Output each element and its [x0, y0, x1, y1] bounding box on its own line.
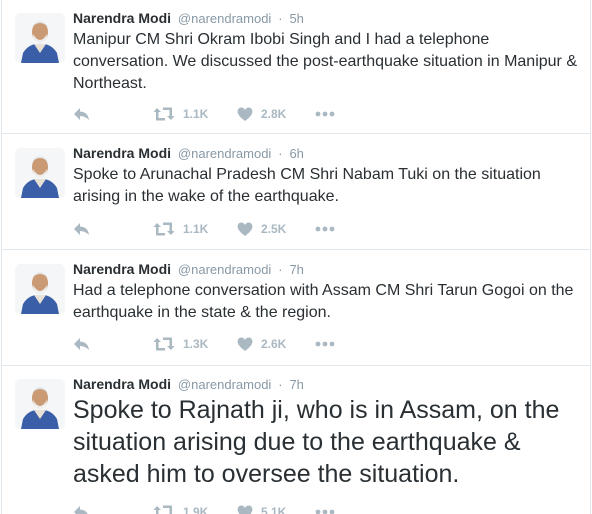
username[interactable]: @narendramodi: [178, 146, 271, 161]
retweet-button[interactable]: 1.1K: [153, 219, 208, 239]
tweet-header: Narendra Modi @narendramodi · 5h: [73, 9, 304, 27]
tweet-text: Spoke to Arunachal Pradesh CM Shri Nabam…: [73, 166, 541, 205]
retweet-icon: [153, 336, 175, 352]
tweet-text: Had a telephone conversation with Assam …: [73, 282, 574, 321]
like-count: 5.1K: [261, 505, 287, 514]
more-button[interactable]: [315, 334, 335, 354]
reply-button[interactable]: [73, 104, 91, 124]
retweet-button[interactable]: 1.1K: [153, 104, 208, 124]
reply-button[interactable]: [73, 334, 91, 354]
tweet[interactable]: Narendra Modi @narendramodi · 7h Spoke t…: [2, 366, 590, 514]
reply-icon: [73, 106, 91, 122]
tweet-header: Narendra Modi @narendramodi · 7h: [73, 375, 304, 393]
reply-button[interactable]: [73, 502, 91, 514]
timeline: Narendra Modi @narendramodi · 5h Manipur…: [1, 0, 591, 514]
more-button[interactable]: [315, 219, 335, 239]
separator: ·: [278, 146, 283, 161]
username[interactable]: @narendramodi: [178, 377, 271, 392]
heart-icon: [237, 222, 253, 237]
timestamp[interactable]: 7h: [289, 262, 303, 277]
retweet-count: 1.1K: [183, 107, 209, 121]
like-button[interactable]: 2.6K: [237, 334, 286, 354]
more-icon: [315, 111, 335, 117]
heart-icon: [237, 505, 253, 514]
more-button[interactable]: [315, 502, 335, 514]
timestamp[interactable]: 6h: [289, 146, 303, 161]
like-count: 2.6K: [261, 337, 287, 351]
heart-icon: [237, 337, 253, 352]
retweet-count: 1.9K: [183, 505, 209, 514]
reply-icon: [73, 221, 91, 237]
reply-button[interactable]: [73, 219, 91, 239]
retweet-icon: [153, 106, 175, 122]
like-button[interactable]: 5.1K: [237, 502, 286, 514]
tweet[interactable]: Narendra Modi @narendramodi · 5h Manipur…: [2, 0, 590, 134]
separator: ·: [278, 377, 283, 392]
fullname[interactable]: Narendra Modi: [73, 145, 171, 161]
reply-icon: [73, 336, 91, 352]
reply-icon: [73, 504, 91, 514]
tweet-header: Narendra Modi @narendramodi · 7h: [73, 260, 304, 278]
more-icon: [315, 226, 335, 232]
tweet-text: Spoke to Rajnath ji, who is in Assam, on…: [73, 396, 560, 488]
like-count: 2.8K: [261, 107, 287, 121]
retweet-count: 1.1K: [183, 222, 209, 236]
like-button[interactable]: 2.5K: [237, 219, 286, 239]
fullname[interactable]: Narendra Modi: [73, 261, 171, 277]
separator: ·: [278, 11, 283, 26]
avatar[interactable]: [15, 264, 65, 314]
tweet-actions: 1.1K 2.8K: [73, 104, 373, 124]
fullname[interactable]: Narendra Modi: [73, 376, 171, 392]
username[interactable]: @narendramodi: [178, 262, 271, 277]
username[interactable]: @narendramodi: [178, 11, 271, 26]
avatar[interactable]: [15, 13, 65, 63]
tweet-actions: 1.9K 5.1K: [73, 502, 373, 514]
more-icon: [315, 341, 335, 347]
timestamp[interactable]: 7h: [289, 377, 303, 392]
tweet[interactable]: Narendra Modi @narendramodi · 6h Spoke t…: [2, 135, 590, 250]
avatar[interactable]: [15, 148, 65, 198]
fullname[interactable]: Narendra Modi: [73, 10, 171, 26]
avatar[interactable]: [15, 379, 65, 429]
tweet-header: Narendra Modi @narendramodi · 6h: [73, 144, 304, 162]
tweet-actions: 1.1K 2.5K: [73, 219, 373, 239]
tweet-text: Manipur CM Shri Okram Ibobi Singh and I …: [73, 31, 577, 92]
more-button[interactable]: [315, 104, 335, 124]
tweet-actions: 1.3K 2.6K: [73, 334, 373, 354]
heart-icon: [237, 107, 253, 122]
retweet-button[interactable]: 1.9K: [153, 502, 208, 514]
like-button[interactable]: 2.8K: [237, 104, 286, 124]
timestamp[interactable]: 5h: [289, 11, 303, 26]
more-icon: [315, 509, 335, 514]
tweet[interactable]: Narendra Modi @narendramodi · 7h Had a t…: [2, 251, 590, 366]
retweet-icon: [153, 221, 175, 237]
retweet-count: 1.3K: [183, 337, 209, 351]
retweet-button[interactable]: 1.3K: [153, 334, 208, 354]
retweet-icon: [153, 504, 175, 514]
like-count: 2.5K: [261, 222, 287, 236]
separator: ·: [278, 262, 283, 277]
